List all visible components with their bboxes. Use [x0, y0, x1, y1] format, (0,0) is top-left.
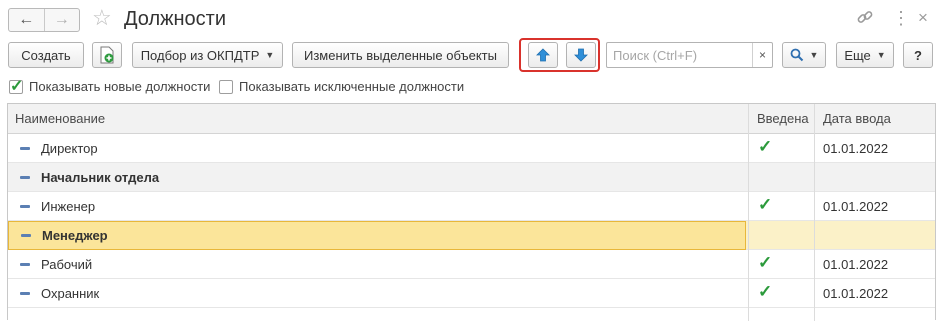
- name-cell[interactable]: Начальник отдела: [8, 163, 746, 192]
- row-name: Охранник: [41, 286, 100, 301]
- item-marker-icon: [20, 205, 30, 208]
- row-name: Рабочий: [41, 257, 93, 272]
- help-button-label: ?: [914, 47, 922, 63]
- chevron-down-icon: ▼: [809, 50, 819, 60]
- row-date: 01.01.2022: [823, 286, 889, 301]
- clear-search-icon[interactable]: ×: [752, 43, 772, 67]
- row-date: 01.01.2022: [823, 257, 889, 272]
- checkmark-icon: ✓: [10, 77, 24, 95]
- row-name: Менеджер: [42, 228, 108, 243]
- name-cell[interactable]: Менеджер: [8, 221, 746, 250]
- show-new-label: Показывать новые должности: [29, 79, 211, 94]
- name-cell[interactable]: Инженер: [8, 192, 746, 221]
- row-date: 01.01.2022: [823, 141, 889, 156]
- item-marker-icon: [20, 292, 30, 295]
- title-bar: ← → ☆ Должности ⋮ ×: [0, 0, 943, 38]
- help-button[interactable]: ?: [903, 42, 933, 68]
- link-icon[interactable]: [856, 8, 874, 32]
- create-button-label: Создать: [21, 47, 71, 63]
- item-marker-icon: [21, 234, 31, 237]
- column-header-name[interactable]: Наименование: [8, 104, 746, 133]
- name-cell[interactable]: Охранник: [8, 279, 746, 308]
- table-row[interactable]: Директор ✓ 01.01.2022: [8, 134, 935, 163]
- column-header-date[interactable]: Дата ввода: [816, 104, 934, 133]
- chevron-down-icon: ▼: [265, 50, 275, 60]
- navigation-group: ← →: [8, 8, 80, 32]
- checkmark-icon: ✓: [758, 195, 773, 214]
- row-name: Директор: [41, 141, 98, 156]
- add-document-icon: [100, 46, 114, 64]
- more-vertical-icon[interactable]: ⋮: [892, 8, 910, 28]
- checkmark-icon: ✓: [758, 137, 773, 156]
- row-date: 01.01.2022: [823, 199, 889, 214]
- more-button[interactable]: Еще ▼: [836, 42, 894, 68]
- show-excluded-label: Показывать исключенные должности: [239, 79, 465, 94]
- name-cell[interactable]: Директор: [8, 134, 746, 163]
- move-up-icon: [536, 48, 550, 62]
- search-input[interactable]: Поиск (Ctrl+F) ×: [606, 42, 773, 68]
- create-button[interactable]: Создать: [8, 42, 84, 68]
- checkmark-icon: ✓: [758, 282, 773, 301]
- positions-table: Наименование Введена Дата ввода Директор…: [7, 103, 936, 321]
- move-down-icon: [574, 48, 588, 62]
- item-marker-icon: [20, 147, 30, 150]
- edit-selected-button[interactable]: Изменить выделенные объекты: [292, 42, 509, 68]
- column-divider: [814, 104, 815, 321]
- search-icon: [790, 48, 803, 62]
- okpdtr-button-label: Подбор из ОКПДТР: [140, 47, 260, 63]
- table-row[interactable]: Инженер ✓ 01.01.2022: [8, 192, 935, 221]
- page-title: Должности: [124, 8, 227, 30]
- forward-arrow-icon[interactable]: →: [45, 9, 80, 31]
- checkmark-icon: ✓: [758, 253, 773, 272]
- table-row[interactable]: Начальник отдела: [8, 163, 935, 192]
- more-button-label: Еще: [844, 47, 871, 63]
- move-down-button[interactable]: [566, 42, 596, 68]
- checkbox-box[interactable]: [219, 79, 233, 94]
- table-row[interactable]: Рабочий ✓ 01.01.2022: [8, 250, 935, 279]
- okpdtr-select-button[interactable]: Подбор из ОКПДТР ▼: [132, 42, 283, 68]
- show-excluded-checkbox[interactable]: Показывать исключенные должности: [219, 79, 464, 94]
- show-new-checkbox[interactable]: ✓ Показывать новые должности: [9, 78, 211, 95]
- search-placeholder: Поиск (Ctrl+F): [613, 48, 698, 63]
- column-header-introduced[interactable]: Введена: [750, 104, 815, 133]
- close-icon[interactable]: ×: [918, 8, 928, 28]
- edit-selected-label: Изменить выделенные объекты: [304, 47, 497, 63]
- search-options-button[interactable]: ▼: [782, 42, 826, 68]
- add-document-button[interactable]: [92, 42, 122, 68]
- column-divider: [748, 104, 749, 321]
- row-name: Инженер: [41, 199, 96, 214]
- checkbox-box[interactable]: ✓: [9, 78, 23, 95]
- table-header: Наименование Введена Дата ввода: [8, 104, 935, 134]
- favorite-star-icon[interactable]: ☆: [92, 5, 112, 31]
- chevron-down-icon: ▼: [876, 50, 886, 60]
- row-name: Начальник отдела: [41, 170, 160, 185]
- item-marker-icon: [20, 176, 30, 179]
- name-cell[interactable]: Рабочий: [8, 250, 746, 279]
- move-up-button[interactable]: [528, 42, 558, 68]
- table-row[interactable]: Менеджер: [8, 221, 935, 250]
- table-row[interactable]: Охранник ✓ 01.01.2022: [8, 279, 935, 308]
- back-arrow-icon[interactable]: ←: [9, 9, 45, 31]
- item-marker-icon: [20, 263, 30, 266]
